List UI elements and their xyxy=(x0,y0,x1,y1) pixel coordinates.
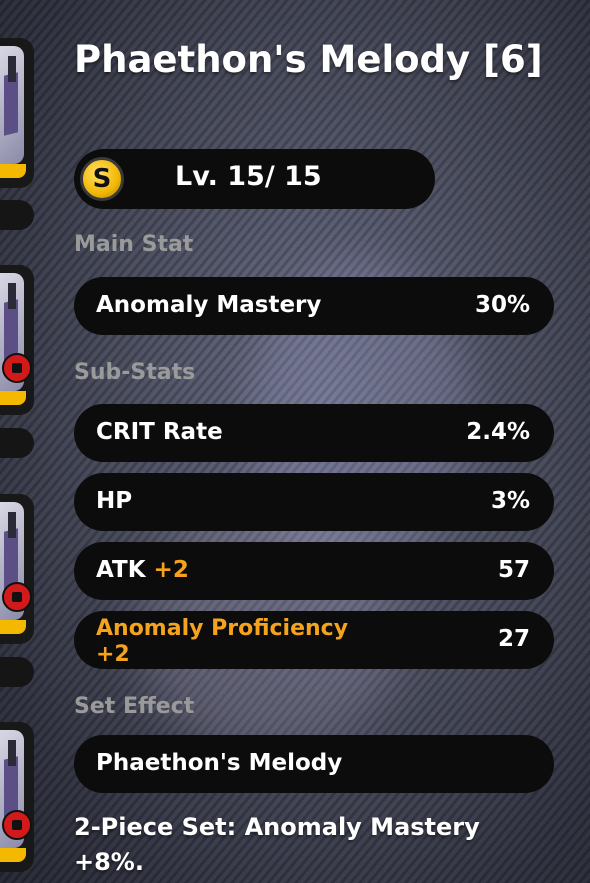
stat-name: ATK +2 xyxy=(96,557,189,583)
stat-name: Anomaly Proficiency +2 xyxy=(96,616,349,667)
disc-detail-panel: Phaethon's Melody [6] S Lv. 15/ 15 Main … xyxy=(0,0,590,883)
stat-upgrade-count: +2 xyxy=(153,557,189,583)
slot-separator xyxy=(0,657,34,687)
lock-icon[interactable] xyxy=(2,582,32,612)
stat-name: Anomaly Mastery xyxy=(96,292,322,318)
disc-slot-2[interactable] xyxy=(0,265,34,415)
main-stat-label: Main Stat xyxy=(74,232,194,257)
disc-slot-4[interactable] xyxy=(0,722,34,872)
slot-separator xyxy=(0,200,34,230)
slot-rank-bar xyxy=(0,848,26,862)
stat-name: HP xyxy=(96,488,133,514)
stat-value: 27 xyxy=(497,626,530,652)
sub-stat-row: Anomaly Proficiency +2 27 xyxy=(74,611,554,669)
set-name-bar: Phaethon's Melody xyxy=(74,735,554,793)
disc-title: Phaethon's Melody [6] xyxy=(74,38,543,81)
slot-rank-bar xyxy=(0,164,26,178)
set-effect-label: Set Effect xyxy=(74,694,195,719)
set-effect-description: 2-Piece Set: Anomaly Mastery +8%. xyxy=(74,813,480,876)
sub-stat-row: CRIT Rate 2.4% xyxy=(74,404,554,462)
disc-slot-1[interactable] xyxy=(0,38,34,188)
stat-value: 3% xyxy=(490,488,530,514)
sub-stat-row: ATK +2 57 xyxy=(74,542,554,600)
main-stat-row: Anomaly Mastery 30% xyxy=(74,277,554,335)
level-text: Lv. 15/ 15 xyxy=(175,161,322,192)
disc-slot-icon xyxy=(0,46,24,164)
stat-value: 2.4% xyxy=(466,419,530,445)
sub-stat-row: HP 3% xyxy=(74,473,554,531)
lock-icon[interactable] xyxy=(2,353,32,383)
stat-name: CRIT Rate xyxy=(96,419,223,445)
lock-icon[interactable] xyxy=(2,810,32,840)
disc-slot-3[interactable] xyxy=(0,494,34,644)
slot-rank-bar xyxy=(0,620,26,634)
set-name: Phaethon's Melody xyxy=(96,750,343,776)
slot-separator xyxy=(0,428,34,458)
stat-value: 57 xyxy=(497,557,530,583)
s-rank-coin-icon: S xyxy=(80,157,124,201)
stat-value: 30% xyxy=(474,292,530,318)
level-bar: S Lv. 15/ 15 xyxy=(74,149,435,209)
stat-upgrade-count: +2 xyxy=(96,642,130,667)
sub-stats-label: Sub-Stats xyxy=(74,360,196,385)
slot-rank-bar xyxy=(0,391,26,405)
